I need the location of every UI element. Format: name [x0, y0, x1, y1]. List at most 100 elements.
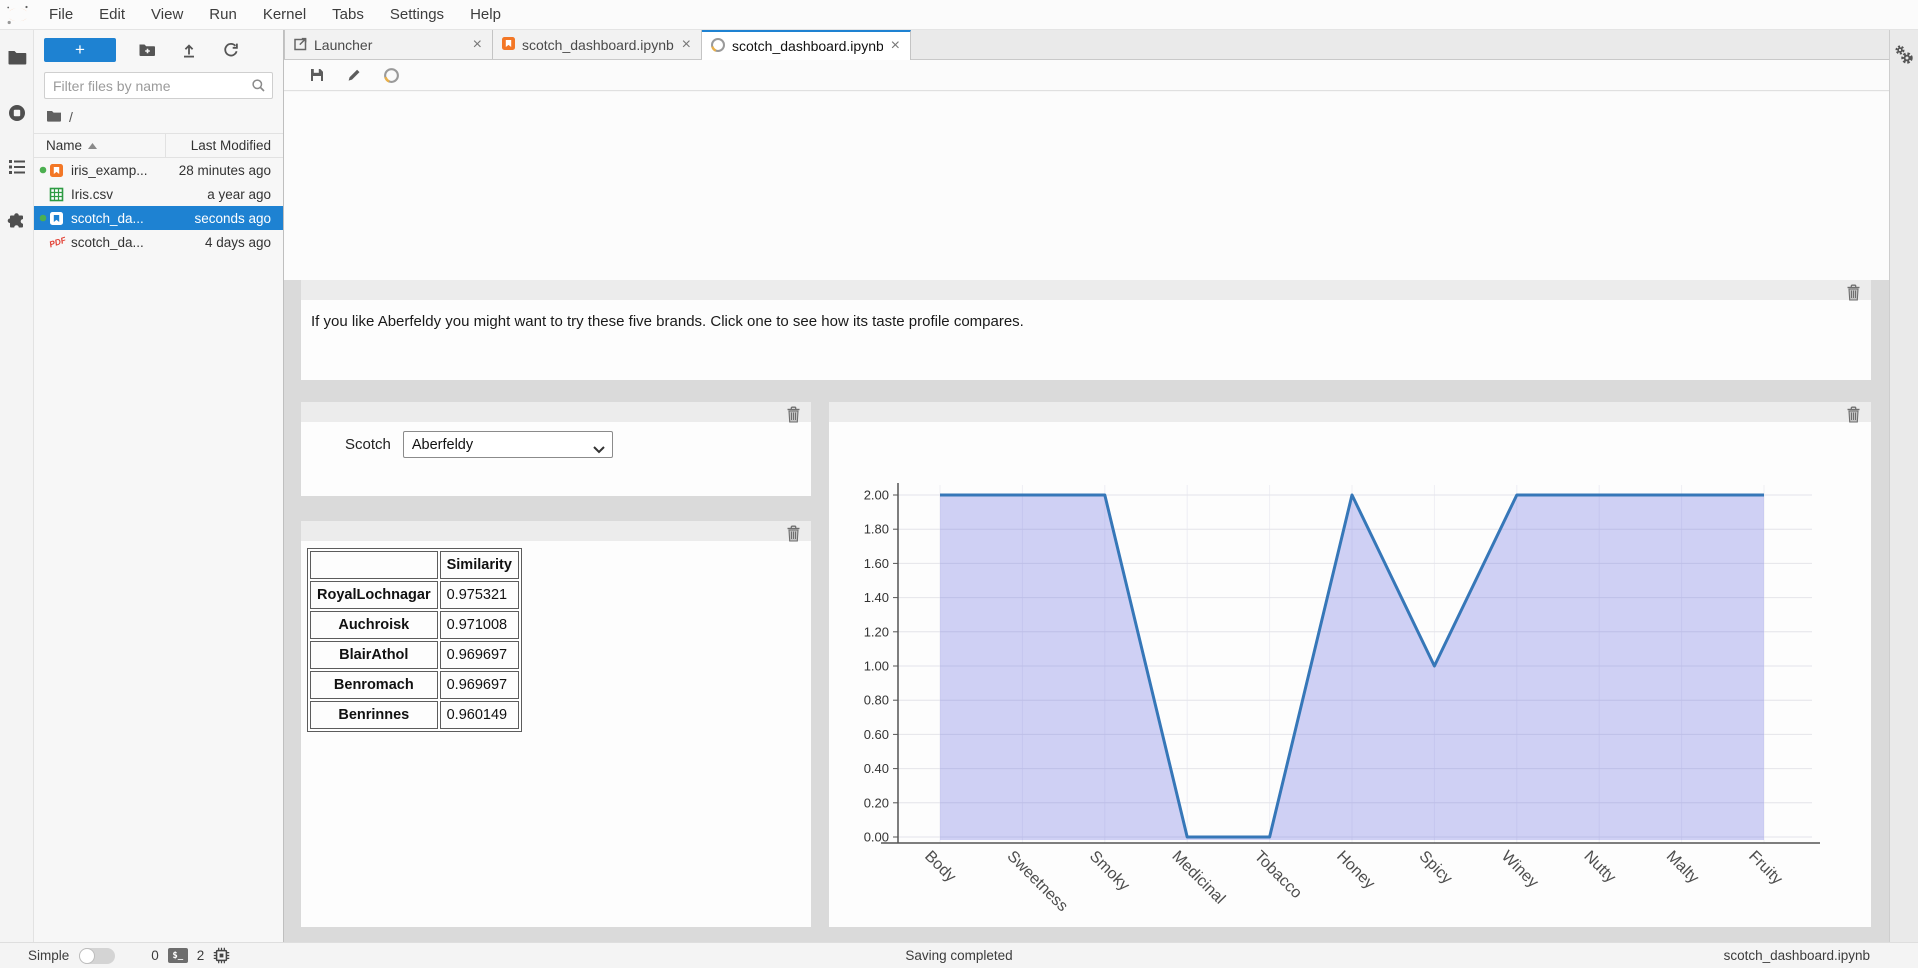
brand-name-cell[interactable]: Benrinnes — [310, 701, 438, 729]
close-tab-icon[interactable]: × — [680, 36, 693, 54]
cell-header — [301, 402, 811, 422]
table-row: Auchroisk 0.971008 — [310, 611, 519, 639]
file-row-iris-example[interactable]: iris_examp... 28 minutes ago — [34, 158, 283, 182]
x-category-label: Winey — [1498, 848, 1541, 891]
file-row-scotch-pdf[interactable]: PDF scotch_da... 4 days ago — [34, 230, 283, 254]
similarity-table: Similarity RoyalLochnagar 0.975321 Auchr… — [307, 548, 522, 732]
new-folder-icon[interactable] — [136, 39, 158, 61]
empty-header-cell — [310, 551, 438, 579]
scotch-select[interactable]: Aberfeldy — [403, 431, 613, 458]
dashboard-description: If you like Aberfeldy you might want to … — [301, 300, 1871, 330]
plus-icon: + — [75, 39, 85, 61]
y-tick-label: 0.40 — [864, 761, 889, 776]
menu-view[interactable]: View — [138, 0, 196, 30]
search-icon — [251, 78, 266, 93]
file-name: Iris.csv — [71, 187, 207, 202]
file-browser-icon[interactable] — [0, 40, 34, 74]
running-dot-icon — [37, 214, 49, 222]
notebook-file-icon — [49, 163, 66, 178]
y-tick-label: 1.40 — [864, 590, 889, 605]
menu-file[interactable]: File — [36, 0, 86, 30]
y-tick-label: 1.60 — [864, 556, 889, 571]
close-tab-icon[interactable]: × — [889, 37, 902, 55]
kernel-busy-icon — [710, 37, 726, 56]
table-row: Benrinnes 0.960149 — [310, 701, 519, 729]
right-sidebar-strip — [1889, 30, 1918, 942]
save-icon[interactable] — [306, 64, 328, 86]
launcher-icon — [293, 36, 308, 54]
delete-cell-button[interactable] — [784, 405, 802, 423]
similarity-value-cell: 0.975321 — [440, 581, 519, 609]
status-bar: Simple 0 $_ 2 Saving completed scotch_da… — [0, 942, 1918, 968]
notebook-toolbar — [284, 60, 1889, 91]
sort-by-name[interactable]: Name — [34, 138, 165, 153]
running-sessions-icon[interactable] — [0, 96, 34, 130]
trash-icon — [1846, 406, 1861, 423]
brand-name-cell[interactable]: Benromach — [310, 671, 438, 699]
property-inspector-gears-icon[interactable] — [1893, 44, 1915, 942]
x-category-label: Spicy — [1416, 848, 1456, 888]
similarity-header-cell: Similarity — [440, 551, 519, 579]
similarity-table-cell: Similarity RoyalLochnagar 0.975321 Auchr… — [301, 521, 811, 927]
breadcrumb-root[interactable]: / — [69, 109, 73, 125]
menu-kernel[interactable]: Kernel — [250, 0, 319, 30]
sort-ascending-icon — [88, 143, 97, 149]
kernel-chip-icon — [213, 947, 230, 964]
pdf-file-icon: PDF — [48, 235, 67, 250]
jupyter-logo-icon — [0, 1, 36, 29]
terminal-icon: $_ — [168, 948, 188, 963]
delete-cell-button[interactable] — [1844, 405, 1862, 423]
table-row: Benromach 0.969697 — [310, 671, 519, 699]
extension-manager-icon[interactable] — [0, 204, 34, 238]
delete-cell-button[interactable] — [1844, 283, 1862, 301]
x-category-label: Body — [921, 848, 959, 886]
similarity-value-cell: 0.971008 — [440, 611, 519, 639]
table-of-contents-icon[interactable] — [0, 150, 34, 184]
tab-scotch-dashboard-2-active[interactable]: scotch_dashboard.ipynb × — [702, 30, 911, 60]
filter-files-field[interactable] — [45, 78, 251, 94]
menu-settings[interactable]: Settings — [377, 0, 457, 30]
main-dock: Launcher × scotch_dashboard.ipynb × scot… — [284, 30, 1918, 942]
filter-files-input[interactable] — [44, 72, 273, 99]
brand-name-cell[interactable]: Auchroisk — [310, 611, 438, 639]
dashboard-content: If you like Aberfeldy you might want to … — [284, 92, 1889, 942]
file-row-scotch-notebook-selected[interactable]: scotch_da... seconds ago — [34, 206, 283, 230]
breadcrumb[interactable]: / — [34, 99, 283, 133]
file-name: scotch_da... — [71, 235, 205, 250]
brand-name-cell[interactable]: RoyalLochnagar — [310, 581, 438, 609]
y-tick-label: 1.80 — [864, 522, 889, 537]
delete-cell-button[interactable] — [784, 524, 802, 542]
current-file-indicator[interactable]: scotch_dashboard.ipynb — [1724, 948, 1870, 963]
y-tick-label: 1.00 — [864, 659, 889, 674]
menu-run[interactable]: Run — [196, 0, 250, 30]
edit-icon[interactable] — [343, 64, 365, 86]
menu-help[interactable]: Help — [457, 0, 514, 30]
cell-header — [829, 402, 1871, 422]
x-category-label: Medicinal — [1168, 848, 1228, 908]
y-tick-label: 1.20 — [864, 624, 889, 639]
simple-mode-label: Simple — [28, 948, 69, 963]
tab-scotch-dashboard-1[interactable]: scotch_dashboard.ipynb × — [493, 30, 702, 59]
file-row-iris-csv[interactable]: Iris.csv a year ago — [34, 182, 283, 206]
upload-icon[interactable] — [178, 39, 200, 61]
description-cell: If you like Aberfeldy you might want to … — [301, 280, 1871, 380]
new-launcher-button[interactable]: + — [44, 38, 116, 62]
menu-bar: File Edit View Run Kernel Tabs Settings … — [0, 0, 1918, 30]
x-category-label: Tobacco — [1251, 848, 1305, 902]
sort-by-modified[interactable]: Last Modified — [165, 134, 283, 157]
file-name: iris_examp... — [71, 163, 179, 178]
tab-launcher[interactable]: Launcher × — [284, 30, 493, 59]
simple-mode-toggle[interactable] — [79, 948, 115, 964]
brand-name-cell[interactable]: BlairAthol — [310, 641, 438, 669]
running-sessions-status[interactable]: 0 $_ 2 — [151, 947, 230, 964]
table-row: RoyalLochnagar 0.975321 — [310, 581, 519, 609]
close-tab-icon[interactable]: × — [471, 36, 484, 54]
refresh-icon[interactable] — [220, 39, 242, 61]
similarity-value-cell: 0.969697 — [440, 641, 519, 669]
file-modified: seconds ago — [194, 211, 283, 226]
file-modified: 28 minutes ago — [179, 163, 283, 178]
kernel-busy-icon[interactable] — [380, 64, 402, 86]
menu-edit[interactable]: Edit — [86, 0, 138, 30]
menu-tabs[interactable]: Tabs — [319, 0, 377, 30]
x-category-label: Sweetness — [1004, 848, 1071, 915]
